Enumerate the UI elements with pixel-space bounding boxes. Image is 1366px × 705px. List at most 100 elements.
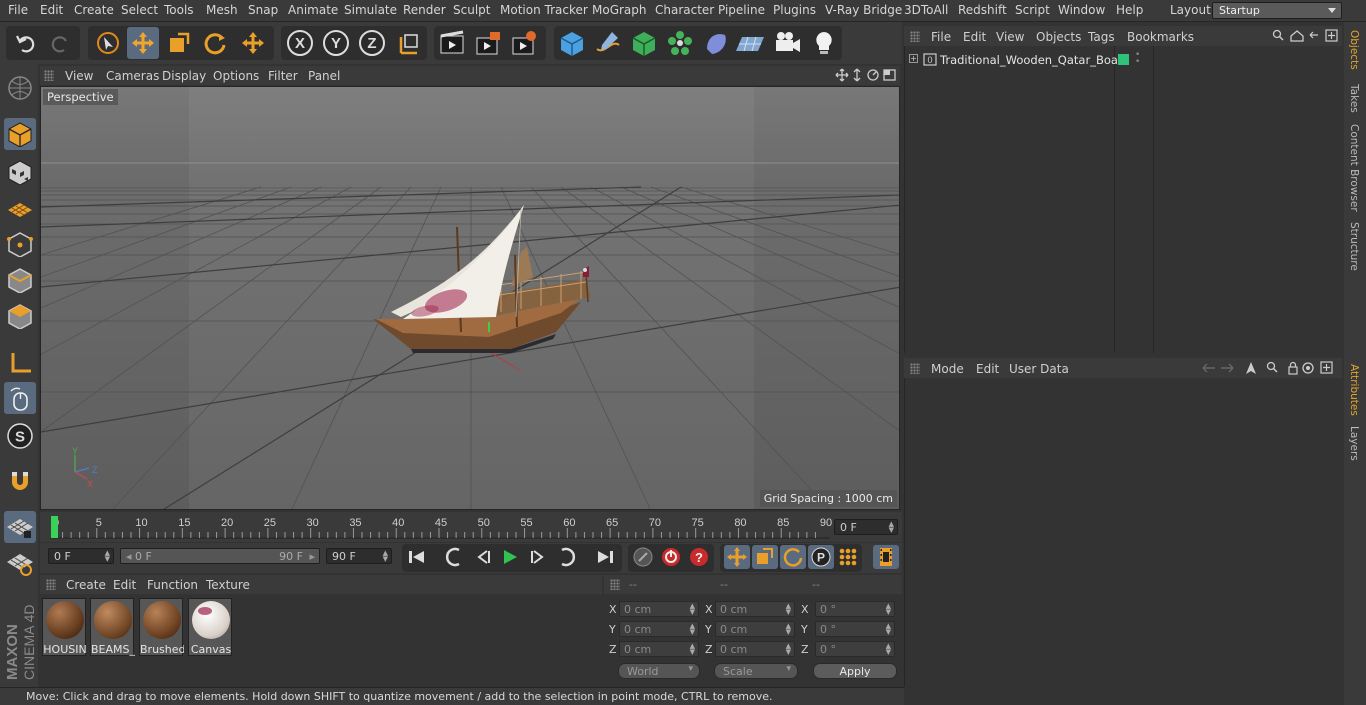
menu-edit[interactable]: Edit	[40, 3, 63, 17]
attribute-menu-edit[interactable]: Edit	[976, 362, 999, 376]
key-parameter-button[interactable]: P	[808, 545, 834, 569]
material-swatch[interactable]: BEAMS_	[90, 598, 135, 656]
tweak-mode-button[interactable]	[4, 382, 36, 414]
object-menu-edit[interactable]: Edit	[963, 30, 986, 44]
floor-button[interactable]	[734, 27, 766, 59]
menu-3dtoall[interactable]: 3DToAll	[904, 3, 948, 17]
timeline-window-button[interactable]	[873, 545, 899, 569]
menu-pipeline[interactable]: Pipeline	[718, 3, 765, 17]
perspective-viewport[interactable]: Y Z X Perspective Grid Spacing : 1000 cm	[40, 86, 900, 510]
menu-mesh[interactable]: Mesh	[206, 3, 238, 17]
live-selection-button[interactable]	[92, 27, 124, 59]
menu-create[interactable]: Create	[74, 3, 114, 17]
menu-help[interactable]: Help	[1116, 3, 1143, 17]
size-x-field[interactable]: 0 cm ▲ ▼	[715, 601, 795, 617]
current-frame-field[interactable]: 0 F ▲ ▼	[834, 519, 898, 535]
z-axis-lock-button[interactable]: Z	[356, 27, 388, 59]
material-swatch[interactable]: HOUSIN	[42, 598, 87, 656]
rotation-b-field[interactable]: 0 ° ▲ ▼	[815, 641, 895, 657]
tab-takes[interactable]: Takes	[1348, 84, 1360, 113]
object-menu-view[interactable]: View	[996, 30, 1024, 44]
render-picture-viewer-button[interactable]	[472, 27, 504, 59]
menu-motion-tracker[interactable]: Motion Tracker	[500, 3, 588, 17]
layer-color-tag[interactable]	[1118, 54, 1129, 65]
material-swatch[interactable]: Brushed	[139, 598, 184, 656]
go-to-previous-frame-button[interactable]	[470, 545, 496, 569]
viewport-menu-panel[interactable]: Panel	[308, 69, 340, 83]
cloner-button[interactable]	[664, 27, 696, 59]
object-menu-tags[interactable]: Tags	[1088, 30, 1115, 44]
object-row[interactable]: + 0 Traditional_Wooden_Qatar_Boat • •	[906, 51, 1342, 69]
viewport-menu-filter[interactable]: Filter	[268, 69, 298, 83]
position-y-field[interactable]: 0 cm ▲ ▼	[619, 621, 699, 637]
object-menu-file[interactable]: File	[931, 30, 951, 44]
playhead-marker[interactable]	[51, 516, 58, 538]
panel-grip-icon[interactable]	[44, 70, 54, 81]
x-axis-lock-button[interactable]: X	[284, 27, 316, 59]
subdivision-surface-button[interactable]	[628, 27, 660, 59]
model-mode-button[interactable]	[4, 118, 36, 150]
position-x-field[interactable]: 0 cm ▲ ▼	[619, 601, 699, 617]
pen-spline-button[interactable]	[592, 27, 624, 59]
menu-plugins[interactable]: Plugins	[773, 3, 816, 17]
go-to-next-frame-button[interactable]	[525, 545, 551, 569]
autokeying-button[interactable]	[658, 545, 684, 569]
enable-snap-grid-button[interactable]	[4, 511, 36, 543]
render-view-button[interactable]	[436, 27, 468, 59]
key-position-button[interactable]	[724, 545, 750, 569]
apply-button[interactable]: Apply	[813, 663, 897, 679]
polygons-mode-button[interactable]	[4, 300, 36, 332]
expand-icon[interactable]: +	[909, 54, 918, 63]
last-tool-button[interactable]	[237, 27, 269, 59]
menu-snap[interactable]: Snap	[248, 3, 278, 17]
menu-script[interactable]: Script	[1015, 3, 1050, 17]
viewport-menu-view[interactable]: View	[65, 69, 93, 83]
texture-mode-button[interactable]	[4, 156, 36, 188]
attribute-menu-mode[interactable]: Mode	[931, 362, 964, 376]
size-z-field[interactable]: 0 cm ▲ ▼	[715, 641, 795, 657]
undo-button[interactable]	[10, 27, 42, 59]
material-menu-create[interactable]: Create	[66, 578, 106, 592]
move-tool-button[interactable]	[127, 27, 159, 59]
size-mode-dropdown[interactable]: Scale ▾	[714, 663, 798, 679]
menu-render[interactable]: Render	[403, 3, 446, 17]
coordinate-system-button[interactable]	[393, 27, 425, 59]
rotate-tool-button[interactable]	[199, 27, 231, 59]
viewport-menu-cameras[interactable]: Cameras	[106, 69, 159, 83]
play-forwards-button[interactable]	[497, 545, 523, 569]
redo-button[interactable]	[44, 27, 76, 59]
deformer-button[interactable]	[700, 27, 732, 59]
attribute-menu-user-data[interactable]: User Data	[1009, 362, 1069, 376]
viewport-menu-display[interactable]: Display	[162, 69, 206, 83]
go-to-next-keyframe-button[interactable]	[553, 545, 579, 569]
attribute-manager-tools[interactable]	[1199, 361, 1339, 375]
camera-button[interactable]	[772, 27, 804, 59]
material-swatch[interactable]: Canvas	[188, 598, 232, 656]
y-axis-lock-button[interactable]: Y	[320, 27, 352, 59]
snapping-button[interactable]	[4, 466, 36, 498]
start-frame-field[interactable]: 0 F ▲ ▼	[48, 548, 114, 564]
visibility-dots-icon[interactable]: • •	[1135, 51, 1140, 67]
key-rotation-button[interactable]	[780, 545, 806, 569]
tab-layers[interactable]: Layers	[1348, 426, 1360, 461]
material-menu-function[interactable]: Function	[147, 578, 198, 592]
go-to-start-button[interactable]	[404, 545, 430, 569]
position-z-field[interactable]: 0 cm ▲ ▼	[619, 641, 699, 657]
end-frame-field[interactable]: 90 F ▲ ▼	[326, 548, 392, 564]
quantize-button[interactable]	[4, 548, 36, 580]
scale-tool-button[interactable]	[163, 27, 195, 59]
cube-primitive-button[interactable]	[556, 27, 588, 59]
edit-render-settings-button[interactable]	[508, 27, 540, 59]
menu-mograph[interactable]: MoGraph	[592, 3, 647, 17]
menu-select[interactable]: Select	[121, 3, 158, 17]
record-active-objects-button[interactable]	[630, 545, 656, 569]
rotation-h-field[interactable]: 0 ° ▲ ▼	[815, 601, 895, 617]
viewport-nav-icons[interactable]	[835, 68, 897, 83]
menu-character[interactable]: Character	[655, 3, 714, 17]
size-y-field[interactable]: 0 cm ▲ ▼	[715, 621, 795, 637]
edges-mode-button[interactable]	[4, 264, 36, 296]
menu-tools[interactable]: Tools	[164, 3, 194, 17]
menu-simulate[interactable]: Simulate	[344, 3, 397, 17]
panel-grip-icon[interactable]	[610, 579, 620, 590]
coordinate-mode-dropdown[interactable]: World ▾	[618, 663, 700, 679]
